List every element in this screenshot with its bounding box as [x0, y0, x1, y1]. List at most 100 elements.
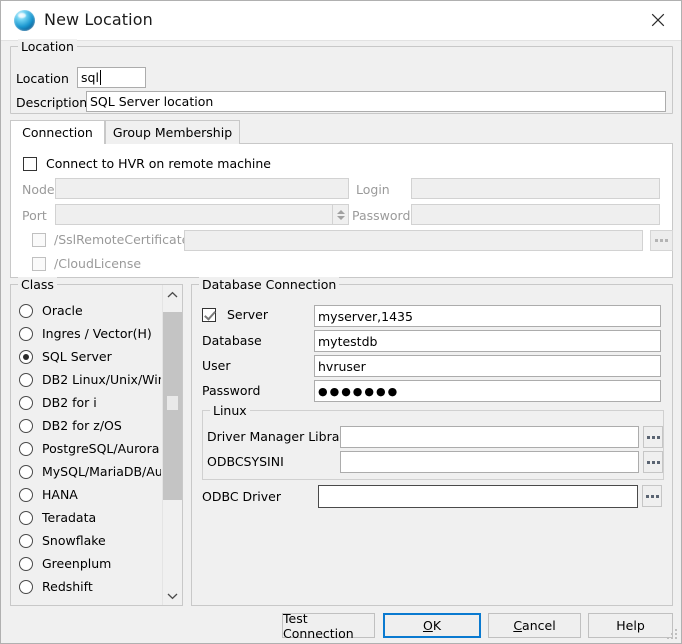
class-item-oracle[interactable]: Oracle: [16, 299, 161, 322]
tab-strip: Connection Group Membership: [10, 120, 673, 144]
radio-icon[interactable]: [19, 303, 33, 318]
new-location-dialog: New Location Location Location Descripti…: [0, 0, 682, 644]
user-label: User: [202, 358, 231, 373]
class-item-label: Teradata: [42, 510, 97, 525]
radio-icon[interactable]: [19, 510, 33, 525]
close-icon[interactable]: [635, 1, 681, 39]
ellipsis-dot-icon: [646, 460, 650, 464]
ssl-remote-certificate-input[interactable]: [184, 230, 643, 251]
odbcsysini-browse-button[interactable]: [643, 451, 663, 473]
odbcsysini-label: ODBCSYSINI: [207, 454, 284, 469]
ssl-browse-button[interactable]: [650, 230, 673, 251]
ssl-remote-certificate-row[interactable]: /SslRemoteCertificate: [32, 232, 189, 247]
test-connection-button[interactable]: Test Connection: [282, 611, 375, 641]
class-item-greenplum[interactable]: Greenplum: [16, 552, 161, 575]
port-field-label: Port: [22, 208, 47, 223]
location-input[interactable]: [77, 67, 146, 88]
server-checkbox[interactable]: [202, 307, 216, 322]
location-field-label: Location: [16, 71, 69, 86]
radio-icon[interactable]: [19, 533, 33, 548]
db-password-input[interactable]: [314, 380, 661, 402]
class-item-db2-for-i[interactable]: DB2 for i: [16, 391, 161, 414]
resize-grip[interactable]: [667, 629, 678, 640]
title-bar: New Location: [1, 1, 681, 41]
ssl-remote-certificate-checkbox[interactable]: [32, 232, 46, 247]
radio-icon[interactable]: [19, 395, 33, 410]
db-password-label: Password: [202, 383, 261, 398]
radio-icon[interactable]: [19, 418, 33, 433]
radio-icon[interactable]: [19, 441, 33, 456]
port-spinner-wrap: [55, 204, 349, 225]
spinner-up-icon[interactable]: [336, 209, 345, 214]
ellipsis-dot-icon: [665, 239, 668, 242]
page-title: New Location: [44, 10, 153, 29]
class-item-postgresql-aurora[interactable]: PostgreSQL/Aurora: [16, 437, 161, 460]
ellipsis-dot-icon: [651, 460, 655, 464]
server-input[interactable]: [314, 305, 661, 327]
ok-button-mnemonic: O: [422, 618, 433, 633]
ellipsis-dot-icon: [645, 494, 649, 498]
driver-manager-library-browse-button[interactable]: [643, 426, 663, 448]
node-field-label: Node: [22, 182, 55, 197]
chevron-down-icon[interactable]: [163, 586, 182, 605]
server-checkbox-row[interactable]: Server: [202, 307, 268, 322]
class-radio-list[interactable]: Oracle Ingres / Vector(H) SQL Server DB2…: [16, 299, 161, 600]
location-group: Location Location Description: [10, 39, 673, 114]
class-list-scrollbar[interactable]: [162, 285, 182, 605]
class-item-hana[interactable]: HANA: [16, 483, 161, 506]
scrollbar-thumb[interactable]: [163, 312, 182, 500]
remote-machine-checkbox[interactable]: [23, 156, 37, 171]
description-input[interactable]: [86, 91, 666, 112]
class-item-db2-linux-unix-windows[interactable]: DB2 Linux/Unix/Window: [16, 368, 161, 391]
cancel-button[interactable]: Cancel: [488, 613, 581, 638]
radio-icon-selected[interactable]: [19, 349, 33, 364]
tab-group-membership[interactable]: Group Membership: [105, 120, 240, 144]
user-input[interactable]: [314, 355, 661, 377]
cloud-license-checkbox[interactable]: [32, 256, 46, 271]
odbcsysini-input[interactable]: [340, 451, 639, 473]
radio-icon[interactable]: [19, 464, 33, 479]
chevron-up-icon[interactable]: [163, 285, 182, 304]
cloud-license-row[interactable]: /CloudLicense: [32, 256, 141, 271]
scrollbar-track[interactable]: [163, 304, 182, 586]
class-item-snowflake[interactable]: Snowflake: [16, 529, 161, 552]
database-connection-legend: Database Connection: [199, 277, 340, 292]
login-input[interactable]: [411, 178, 660, 199]
hvr-sphere-icon: [14, 10, 35, 31]
port-input[interactable]: [55, 204, 349, 225]
node-input[interactable]: [55, 178, 349, 199]
driver-manager-library-input[interactable]: [340, 426, 639, 448]
odbc-driver-browse-button[interactable]: [642, 485, 662, 507]
radio-icon[interactable]: [19, 556, 33, 571]
class-item-db2-for-zos[interactable]: DB2 for z/OS: [16, 414, 161, 437]
odbc-driver-label: ODBC Driver: [202, 489, 281, 504]
remote-password-input[interactable]: [411, 204, 660, 225]
class-item-redshift[interactable]: Redshift: [16, 575, 161, 598]
ssl-remote-certificate-label: /SslRemoteCertificate: [54, 232, 190, 247]
radio-icon[interactable]: [19, 579, 33, 594]
class-item-mysql-mariadb-aurora[interactable]: MySQL/MariaDB/Auror: [16, 460, 161, 483]
password-field-label: Password: [352, 208, 411, 223]
spinner-down-icon[interactable]: [336, 215, 345, 220]
port-spinner[interactable]: [332, 205, 348, 224]
remote-machine-checkbox-row[interactable]: Connect to HVR on remote machine: [23, 156, 271, 171]
ok-button[interactable]: OK: [383, 613, 481, 638]
class-item-teradata[interactable]: Teradata: [16, 506, 161, 529]
remote-machine-label: Connect to HVR on remote machine: [46, 156, 271, 171]
database-input[interactable]: [314, 330, 661, 352]
radio-icon[interactable]: [19, 326, 33, 341]
class-item-ingres-vector[interactable]: Ingres / Vector(H): [16, 322, 161, 345]
server-label: Server: [227, 307, 268, 322]
login-field-label: Login: [356, 182, 390, 197]
class-item-label: Redshift: [42, 579, 93, 594]
class-item-sql-server[interactable]: SQL Server: [16, 345, 161, 368]
help-button[interactable]: Help: [588, 613, 673, 638]
radio-icon[interactable]: [19, 372, 33, 387]
ellipsis-dot-icon: [655, 494, 659, 498]
class-item-label: HANA: [42, 487, 78, 502]
class-item-label: Ingres / Vector(H): [42, 326, 152, 341]
driver-manager-library-label: Driver Manager Library: [207, 429, 352, 444]
radio-icon[interactable]: [19, 487, 33, 502]
odbc-driver-input[interactable]: [318, 485, 638, 508]
tab-connection[interactable]: Connection: [10, 120, 105, 144]
